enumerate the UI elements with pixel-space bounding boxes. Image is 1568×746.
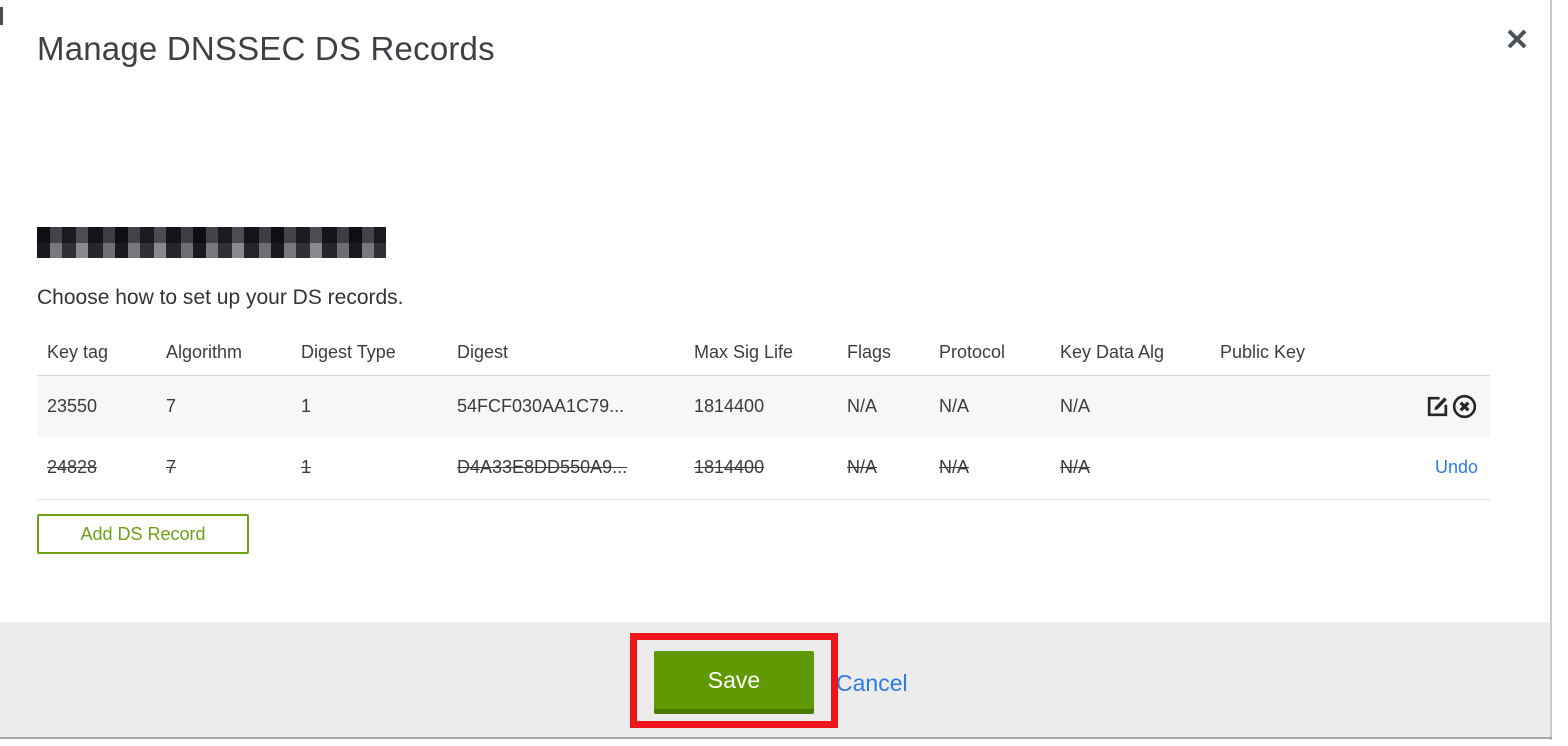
page-bottom-border (0, 737, 1552, 739)
cell-key-data-alg: N/A (1050, 437, 1210, 500)
page-right-border (1550, 0, 1552, 740)
col-header-digest: Digest (457, 341, 509, 362)
cell-actions (1360, 374, 1490, 437)
undo-link[interactable]: Undo (1435, 457, 1478, 477)
col-header-actions (1360, 330, 1490, 375)
table-row-deleted: 24828 7 1 D4A33E8DD550A9... 1814400 N/A … (37, 437, 1490, 500)
cell-flags: N/A (837, 374, 929, 437)
cell-algorithm: 7 (156, 374, 291, 437)
col-header-protocol: Protocol (939, 341, 1006, 362)
delete-record-button[interactable] (1451, 393, 1478, 420)
col-header-algorithm: Algorithm (166, 341, 243, 362)
cell-digest: 54FCF030AA1C79... (447, 374, 684, 437)
cell-key-data-alg: N/A (1050, 374, 1210, 437)
cell-digest-type: 1 (291, 374, 447, 437)
table-row: 23550 7 1 54FCF030AA1C79... 1814400 N/A … (37, 374, 1490, 437)
redacted-domain-name (37, 227, 386, 258)
cell-digest-type: 1 (291, 437, 447, 500)
save-button[interactable]: Save (654, 651, 814, 714)
cell-public-key (1210, 437, 1360, 500)
dnssec-dialog: Manage DNSSEC DS Records Choose how to s… (0, 0, 1568, 746)
close-button[interactable] (1502, 24, 1532, 54)
instruction-text: Choose how to set up your DS records. (37, 286, 404, 309)
cell-key-tag: 24828 (37, 437, 156, 500)
cell-public-key (1210, 374, 1360, 437)
col-header-key-data-alg: Key Data Alg (1060, 341, 1165, 362)
cancel-link[interactable]: Cancel (836, 670, 908, 697)
cell-key-tag: 23550 (37, 374, 156, 437)
cell-algorithm: 7 (156, 437, 291, 500)
col-header-key-tag: Key tag (47, 341, 109, 362)
cell-flags: N/A (837, 437, 929, 500)
cell-protocol: N/A (929, 374, 1050, 437)
edit-icon (1427, 396, 1448, 416)
cell-digest: D4A33E8DD550A9... (447, 437, 684, 500)
page-title: Manage DNSSEC DS Records (37, 30, 495, 67)
cell-max-sig-life: 1814400 (684, 374, 837, 437)
cell-actions: Undo (1360, 437, 1490, 500)
col-header-digest-type: Digest Type (301, 341, 396, 362)
table-header-row: Key tag Algorithm Digest Type Digest Max… (37, 330, 1490, 375)
ds-records-table: Key tag Algorithm Digest Type Digest Max… (37, 330, 1490, 500)
add-ds-record-button[interactable]: Add DS Record (37, 514, 249, 554)
close-icon (1507, 29, 1527, 49)
edit-record-button[interactable] (1424, 393, 1451, 420)
circle-x-icon (1452, 394, 1477, 418)
col-header-public-key: Public Key (1220, 341, 1306, 362)
col-header-flags: Flags (847, 341, 892, 362)
screen-edge-artifact (0, 7, 3, 25)
cell-max-sig-life: 1814400 (684, 437, 837, 500)
cell-protocol: N/A (929, 437, 1050, 500)
col-header-max-sig-life: Max Sig Life (694, 341, 794, 362)
